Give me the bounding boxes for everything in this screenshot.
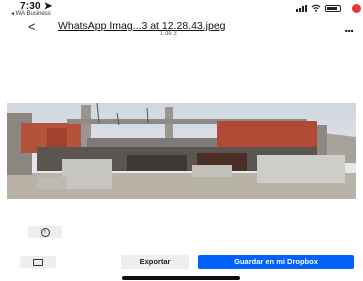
info-button[interactable]: i <box>28 226 62 238</box>
signal-icon <box>296 4 307 12</box>
construction-photo[interactable] <box>7 103 356 199</box>
viewer-header: < WhatsApp Imag...3 at 12.28.43.jpeg 1 d… <box>0 18 363 40</box>
comment-icon <box>33 258 43 266</box>
back-button[interactable]: < <box>28 19 36 34</box>
file-title: WhatsApp Imag...3 at 12.28.43.jpeg <box>58 20 226 32</box>
image-viewer[interactable] <box>0 40 363 220</box>
export-button[interactable]: Exportar <box>121 255 189 269</box>
info-icon: i <box>40 227 50 237</box>
more-options-button[interactable]: ... <box>344 19 354 35</box>
back-to-app-link[interactable]: ◂ WA Business <box>11 10 51 17</box>
page-counter: 1 de 3 <box>160 31 177 37</box>
comment-button[interactable] <box>20 256 56 268</box>
home-indicator[interactable] <box>122 276 240 280</box>
status-icons <box>296 4 341 12</box>
wifi-icon <box>311 4 321 12</box>
status-bar: 7:30 ➤ ◂ WA Business <box>0 0 363 18</box>
save-to-dropbox-button[interactable]: Guardar en mi Dropbox <box>198 255 354 269</box>
battery-icon <box>325 4 341 12</box>
construction-photo-art <box>7 103 356 199</box>
notification-dot <box>352 4 361 13</box>
